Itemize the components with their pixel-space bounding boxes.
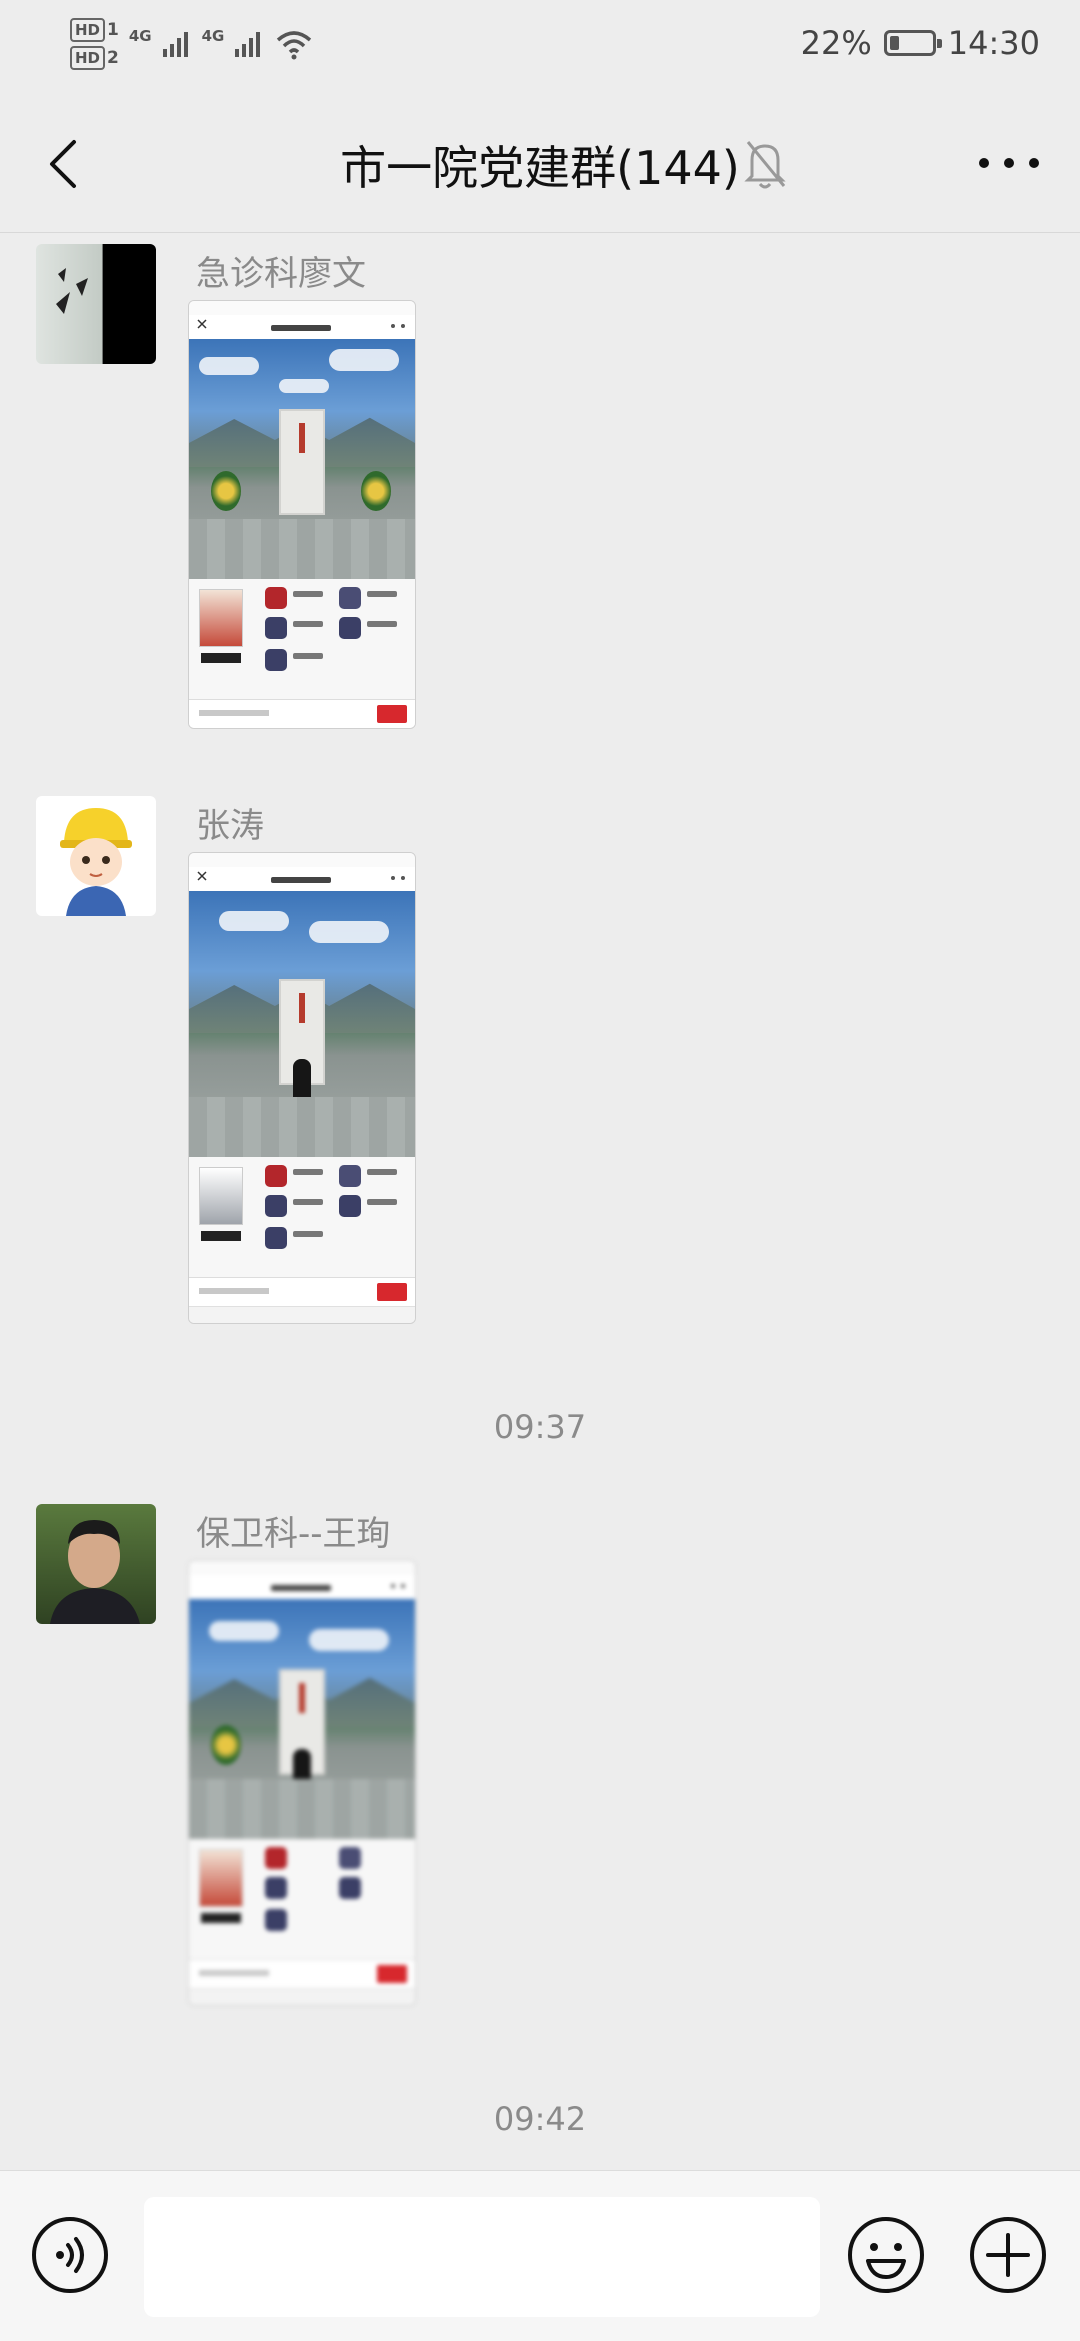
battery-percent: 22% — [800, 24, 872, 62]
chat-header: 市一院党建群(144) — [0, 96, 1080, 233]
image-message[interactable] — [188, 1560, 416, 2006]
more-ellipsis-icon[interactable] — [974, 140, 1044, 186]
message-composer — [0, 2170, 1080, 2341]
hd1-badge: HD — [70, 18, 106, 42]
timestamp: 09:37 — [493, 1408, 587, 1446]
network-type-2: 4G — [201, 27, 225, 45]
battery-fill — [889, 36, 899, 50]
timestamp: 09:42 — [493, 2100, 587, 2138]
emoji-icon[interactable] — [846, 2215, 926, 2295]
sender-name: 保卫科--王珣 — [196, 1514, 391, 1554]
plus-icon[interactable] — [968, 2215, 1048, 2295]
battery-icon — [883, 30, 942, 56]
sender-name: 张涛 — [196, 806, 264, 846]
avatar[interactable] — [36, 1504, 156, 1624]
hd2-badge: HD — [70, 46, 106, 70]
hd2-sub: 2 — [107, 48, 119, 68]
image-message[interactable] — [188, 852, 416, 1324]
hd-indicators: HD 1 HD 2 — [70, 18, 119, 70]
status-right: 22% 14:30 — [801, 24, 1040, 62]
hd1-sub: 1 — [107, 20, 119, 40]
image-message[interactable] — [188, 300, 416, 729]
avatar-cartoon-worker-icon — [60, 808, 132, 916]
avatar[interactable] — [36, 796, 156, 916]
bell-off-icon — [744, 141, 786, 189]
network-type-1: 4G — [128, 27, 152, 45]
wifi-icon — [277, 31, 312, 60]
sender-name: 急诊科廖文 — [196, 254, 366, 294]
status-bar: HD 1 HD 2 4G 4G 22% 14:30 — [0, 0, 1080, 96]
clock: 14:30 — [947, 24, 1040, 62]
close-icon — [197, 319, 207, 329]
close-icon — [197, 871, 207, 881]
status-left: HD 1 HD 2 4G 4G — [70, 18, 314, 70]
avatar-silhouette-icon — [56, 263, 136, 364]
chat-title[interactable]: 市一院党建群(144) — [0, 132, 1080, 198]
signal-icon — [235, 32, 261, 57]
avatar[interactable] — [36, 244, 156, 364]
voice-icon[interactable] — [30, 2215, 110, 2295]
signal-icon — [162, 32, 188, 57]
avatar-photo-icon — [50, 1520, 140, 1624]
message-input[interactable] — [144, 2197, 820, 2317]
